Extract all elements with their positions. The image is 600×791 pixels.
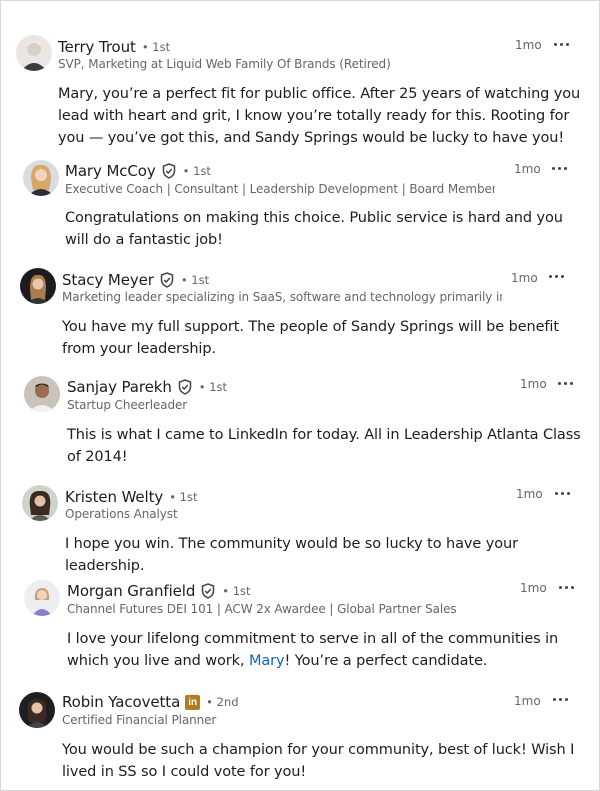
more-options-icon[interactable] <box>548 269 566 283</box>
connection-degree: • 1st <box>180 273 210 287</box>
connection-degree: • 1st <box>198 380 228 394</box>
comment-time: 1mo <box>511 271 538 285</box>
verified-icon <box>178 379 191 395</box>
comment-text: You have my full support. The people of … <box>62 319 559 357</box>
commenter-name[interactable]: Sanjay Parekh <box>67 378 172 396</box>
commenter-headline: Startup Cheerleader <box>67 398 188 412</box>
mention-link[interactable]: Mary <box>249 653 285 669</box>
commenter-name[interactable]: Robin Yacovetta <box>62 693 180 711</box>
commenter-headline: Channel Futures DEI 101 | ACW 2x Awardee… <box>67 602 457 616</box>
commenter-name[interactable]: Kristen Welty <box>65 488 163 506</box>
more-options-icon[interactable] <box>558 580 576 594</box>
comment-text: You would be such a champion for your co… <box>62 742 575 780</box>
comment-text: I hope you win. The community would be s… <box>65 536 518 574</box>
connection-degree: • 2nd <box>206 695 239 709</box>
avatar[interactable] <box>24 580 60 616</box>
commenter-name[interactable]: Stacy Meyer <box>62 271 154 289</box>
connection-degree: • 1st <box>222 584 251 598</box>
more-options-icon[interactable] <box>551 161 569 175</box>
comment-time: 1mo <box>516 487 543 501</box>
commenter-name[interactable]: Mary McCoy <box>65 162 156 180</box>
comment-time: 1mo <box>515 38 542 52</box>
comment-time: 1mo <box>514 162 541 176</box>
more-options-icon[interactable] <box>557 376 575 390</box>
avatar[interactable] <box>19 692 55 728</box>
connection-degree: • 1st <box>141 40 171 54</box>
connection-degree: • 1st <box>182 164 211 178</box>
more-options-icon[interactable] <box>554 486 572 500</box>
commenter-name[interactable]: Morgan Granfield <box>67 582 195 600</box>
comment-text: Mary, you’re a perfect fit for public of… <box>58 86 581 146</box>
comment-text: This is what I came to LinkedIn for toda… <box>67 427 581 465</box>
commenter-headline: Operations Analyst <box>65 507 178 521</box>
comment-text: I love your lifelong commitment to serve… <box>67 631 559 669</box>
comment-time: 1mo <box>520 377 547 391</box>
avatar[interactable] <box>16 35 52 71</box>
connection-degree: • 1st <box>169 490 198 504</box>
verified-icon <box>160 272 174 288</box>
avatar[interactable] <box>24 376 60 412</box>
more-options-icon[interactable] <box>553 37 571 51</box>
avatar[interactable] <box>22 485 58 521</box>
premium-badge-icon: in <box>185 694 201 710</box>
avatar[interactable] <box>23 160 59 196</box>
verified-icon <box>162 163 175 179</box>
avatar[interactable] <box>20 268 56 304</box>
commenter-headline: Executive Coach | Consultant | Leadershi… <box>65 182 495 196</box>
comment-text: Congratulations on making this choice. P… <box>65 210 563 248</box>
commenter-headline: Marketing leader specializing in SaaS, s… <box>62 290 502 304</box>
commenter-name[interactable]: Terry Trout <box>58 38 136 56</box>
commenter-headline: Certified Financial Planner <box>62 713 217 727</box>
comment-time: 1mo <box>514 694 541 708</box>
commenter-headline: SVP, Marketing at Liquid Web Family Of B… <box>58 57 391 71</box>
more-options-icon[interactable] <box>552 692 570 706</box>
comment-time: 1mo <box>520 581 547 595</box>
verified-icon <box>202 583 215 599</box>
